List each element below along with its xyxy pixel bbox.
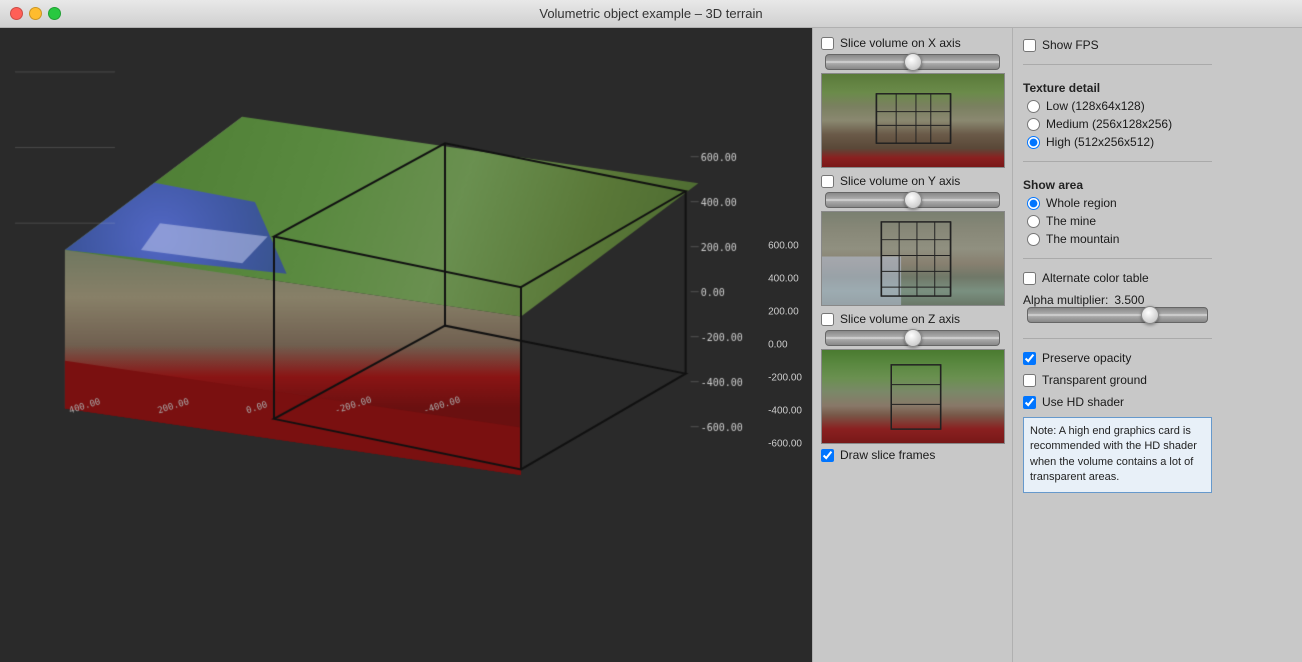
preserve-opacity-label: Preserve opacity (1042, 351, 1131, 365)
hd-shader-label: Use HD shader (1042, 395, 1124, 409)
separator-3 (1023, 258, 1212, 259)
texture-detail-section: Texture detail Low (128x64x128) Medium (… (1023, 77, 1212, 149)
show-area-mountain-label: The mountain (1046, 232, 1119, 246)
transparent-ground-label: Transparent ground (1042, 373, 1147, 387)
slice-z-slider-container (821, 330, 1004, 349)
controls-column: Show FPS Texture detail Low (128x64x128)… (1012, 28, 1222, 662)
slice-z-row: Slice volume on Z axis (821, 312, 1004, 326)
show-area-label: Show area (1023, 178, 1212, 192)
separator-2 (1023, 161, 1212, 162)
alt-color-checkbox[interactable] (1023, 272, 1036, 285)
slice-x-slider-container (821, 54, 1004, 73)
show-fps-checkbox[interactable] (1023, 39, 1036, 52)
slice-y-section: Slice volume on Y axis (821, 174, 1004, 211)
slice-z-label: Slice volume on Z axis (840, 312, 960, 326)
slice-x-section: Slice volume on X axis (821, 36, 1004, 73)
main-content: 600.00 400.00 200.00 0.00 -200.00 -400.0… (0, 28, 1302, 662)
window-controls[interactable] (10, 7, 61, 20)
alpha-label-row: Alpha multiplier: 3.500 (1023, 293, 1212, 307)
3d-viewport[interactable]: 600.00 400.00 200.00 0.00 -200.00 -400.0… (0, 28, 812, 662)
alt-color-row: Alternate color table (1023, 271, 1212, 285)
slice-y-checkbox[interactable] (821, 175, 834, 188)
x-preview-image (821, 73, 1005, 168)
slice-y-slider[interactable] (825, 192, 1000, 208)
texture-high-label: High (512x256x512) (1046, 135, 1154, 149)
alt-color-label: Alternate color table (1042, 271, 1149, 285)
slice-x-slider[interactable] (825, 54, 1000, 70)
transparent-ground-row: Transparent ground (1023, 373, 1212, 387)
alpha-section: Alpha multiplier: 3.500 (1023, 293, 1212, 326)
texture-high-radio[interactable] (1027, 136, 1040, 149)
separator-1 (1023, 64, 1212, 65)
preserve-opacity-checkbox[interactable] (1023, 352, 1036, 365)
alpha-slider[interactable] (1027, 307, 1208, 323)
z-preview-image (821, 349, 1005, 444)
x-terrain-preview (822, 74, 1004, 167)
terrain-canvas (0, 28, 812, 662)
alpha-label: Alpha multiplier: (1023, 293, 1108, 307)
show-area-whole-radio[interactable] (1027, 197, 1040, 210)
slice-z-section: Slice volume on Z axis (821, 312, 1004, 349)
texture-medium-label: Medium (256x128x256) (1046, 117, 1172, 131)
slice-z-checkbox[interactable] (821, 313, 834, 326)
separator-4 (1023, 338, 1212, 339)
x-preview-section: Slice volume on X axis (821, 36, 1004, 168)
z-preview-section: Slice volume on Z axis (821, 312, 1004, 462)
transparent-ground-checkbox[interactable] (1023, 374, 1036, 387)
draw-slice-frames-label: Draw slice frames (840, 448, 935, 462)
close-button[interactable] (10, 7, 23, 20)
hd-shader-checkbox[interactable] (1023, 396, 1036, 409)
y-preview-image (821, 211, 1005, 306)
slice-y-slider-container (821, 192, 1004, 211)
titlebar: Volumetric object example – 3D terrain (0, 0, 1302, 28)
preserve-opacity-row: Preserve opacity (1023, 351, 1212, 365)
x-slice-lines (822, 74, 1004, 168)
z-terrain-preview (822, 350, 1004, 443)
texture-high-row: High (512x256x512) (1027, 135, 1212, 149)
draw-slice-row: Draw slice frames (821, 448, 1004, 462)
show-area-whole-label: Whole region (1046, 196, 1117, 210)
y-slice-lines (822, 212, 1004, 306)
slice-x-label: Slice volume on X axis (840, 36, 961, 50)
slice-y-row: Slice volume on Y axis (821, 174, 1004, 188)
texture-detail-label: Texture detail (1023, 81, 1212, 95)
y-terrain-preview (822, 212, 1004, 305)
texture-medium-radio[interactable] (1027, 118, 1040, 131)
show-area-radio-group: Whole region The mine The mountain (1023, 196, 1212, 246)
texture-low-radio[interactable] (1027, 100, 1040, 113)
slice-x-checkbox[interactable] (821, 37, 834, 50)
show-area-mountain-radio[interactable] (1027, 233, 1040, 246)
texture-medium-row: Medium (256x128x256) (1027, 117, 1212, 131)
texture-radio-group: Low (128x64x128) Medium (256x128x256) Hi… (1023, 99, 1212, 149)
alpha-value: 3.500 (1114, 293, 1144, 307)
texture-low-row: Low (128x64x128) (1027, 99, 1212, 113)
note-box: Note: A high end graphics card is recomm… (1023, 417, 1212, 493)
minimize-button[interactable] (29, 7, 42, 20)
hd-shader-row: Use HD shader (1023, 395, 1212, 409)
slice-z-slider[interactable] (825, 330, 1000, 346)
right-panel: Slice volume on X axis (812, 28, 1302, 662)
draw-slice-frames-checkbox[interactable] (821, 449, 834, 462)
show-area-mine-label: The mine (1046, 214, 1096, 228)
window-title: Volumetric object example – 3D terrain (539, 6, 762, 21)
z-slice-lines (822, 350, 1004, 444)
alpha-slider-container (1023, 307, 1212, 326)
preview-column: Slice volume on X axis (812, 28, 1012, 662)
show-area-section: Show area Whole region The mine The moun… (1023, 174, 1212, 246)
show-area-mine-row: The mine (1027, 214, 1212, 228)
slice-y-label: Slice volume on Y axis (840, 174, 960, 188)
show-area-mountain-row: The mountain (1027, 232, 1212, 246)
y-preview-section: Slice volume on Y axis (821, 174, 1004, 306)
note-text: Note: A high end graphics card is recomm… (1030, 425, 1197, 483)
show-area-mine-radio[interactable] (1027, 215, 1040, 228)
texture-low-label: Low (128x64x128) (1046, 99, 1145, 113)
axis-labels: 600.00 400.00 200.00 0.00 -200.00 -400.0… (768, 241, 802, 450)
fps-row: Show FPS (1023, 38, 1212, 52)
show-area-whole-row: Whole region (1027, 196, 1212, 210)
maximize-button[interactable] (48, 7, 61, 20)
show-fps-label: Show FPS (1042, 38, 1099, 52)
slice-x-row: Slice volume on X axis (821, 36, 1004, 50)
